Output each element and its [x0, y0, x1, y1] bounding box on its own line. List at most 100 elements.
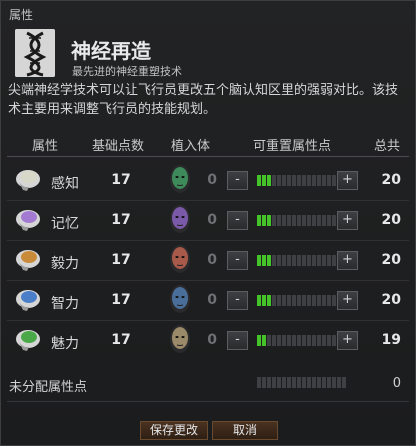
bar-segment-filled [262, 295, 266, 306]
bar-segment-empty [317, 377, 321, 388]
bar-segment-empty [332, 255, 336, 266]
attribute-row: 记忆 17 0 - + 20 [7, 201, 409, 241]
bar-segment-empty [307, 175, 311, 186]
unallocated-bar [257, 377, 346, 388]
bar-segment-filled [262, 215, 266, 226]
bar-segment-empty [292, 377, 296, 388]
bar-segment-empty [287, 335, 291, 346]
bar-segment-empty [272, 175, 276, 186]
decrease-button[interactable]: - [227, 171, 248, 190]
bar-segment-empty [307, 215, 311, 226]
total-points: 20 [381, 252, 401, 268]
bar-segment-empty [277, 295, 281, 306]
attribute-row: 魅力 17 0 - + 19 [7, 321, 409, 361]
cancel-button[interactable]: 取消 [212, 421, 278, 440]
save-changes-button[interactable]: 保存更改 [140, 421, 208, 440]
bar-segment-empty [312, 295, 316, 306]
attribute-name: 智力 [51, 296, 79, 312]
remap-points-bar [257, 215, 346, 226]
column-header-attribute: 属性 [32, 139, 59, 154]
bar-segment-empty [297, 255, 301, 266]
implant-head-icon [167, 243, 193, 277]
bar-segment-empty [332, 175, 336, 186]
unallocated-value: 0 [392, 376, 401, 391]
bar-segment-empty [342, 377, 346, 388]
increase-button[interactable]: + [337, 291, 358, 310]
bar-segment-empty [262, 377, 266, 388]
bar-segment-empty [327, 255, 331, 266]
bar-segment-empty [302, 175, 306, 186]
column-header-total: 总共 [374, 139, 401, 154]
bar-segment-empty [297, 377, 301, 388]
column-header-remappable: 可重置属性点 [253, 139, 332, 154]
bar-segment-filled [267, 295, 271, 306]
base-points: 17 [111, 292, 131, 308]
page-subtitle: 最先进的神经重塑技术 [72, 65, 182, 78]
bar-segment-empty [302, 377, 306, 388]
brain-charisma-icon [13, 328, 41, 352]
implant-head-icon [167, 323, 193, 357]
bar-segment-empty [282, 215, 286, 226]
remap-points-bar [257, 295, 346, 306]
bar-segment-empty [277, 335, 281, 346]
bar-segment-empty [297, 295, 301, 306]
increase-button[interactable]: + [337, 171, 358, 190]
decrease-button[interactable]: - [227, 331, 248, 350]
bar-segment-empty [277, 215, 281, 226]
bar-segment-empty [322, 215, 326, 226]
header-divider [7, 156, 409, 157]
bar-segment-empty [267, 377, 271, 388]
footer-divider [7, 401, 409, 402]
total-points: 20 [381, 172, 401, 188]
base-points: 17 [111, 252, 131, 268]
attribute-name: 记忆 [51, 216, 79, 232]
decrease-button[interactable]: - [227, 251, 248, 270]
implant-points: 0 [207, 212, 217, 228]
bar-segment-empty [332, 295, 336, 306]
bar-segment-empty [282, 335, 286, 346]
bar-segment-empty [322, 335, 326, 346]
bar-segment-empty [292, 295, 296, 306]
bar-segment-empty [277, 255, 281, 266]
implant-points: 0 [207, 292, 217, 308]
bar-segment-empty [327, 215, 331, 226]
increase-button[interactable]: + [337, 331, 358, 350]
bar-segment-empty [297, 335, 301, 346]
bar-segment-empty [317, 295, 321, 306]
unallocated-label: 未分配属性点 [9, 380, 88, 395]
neural-remap-window: 属性 神经再造 最先进的神经重塑技术 尖端神经学技术可以让飞行员更改五个脑认知区… [0, 0, 416, 446]
page-title: 神经再造 [71, 39, 151, 63]
bar-segment-empty [272, 215, 276, 226]
bar-segment-empty [287, 377, 291, 388]
implant-points: 0 [207, 252, 217, 268]
bar-segment-empty [317, 335, 321, 346]
base-points: 17 [111, 212, 131, 228]
bar-segment-empty [327, 377, 331, 388]
bar-segment-filled [262, 335, 266, 346]
bar-segment-empty [302, 215, 306, 226]
decrease-button[interactable]: - [227, 291, 248, 310]
bar-segment-empty [337, 377, 341, 388]
bar-segment-empty [307, 255, 311, 266]
remap-points-bar [257, 255, 346, 266]
implant-head-icon [167, 283, 193, 317]
bar-segment-empty [302, 255, 306, 266]
increase-button[interactable]: + [337, 251, 358, 270]
bar-segment-empty [272, 335, 276, 346]
increase-button[interactable]: + [337, 211, 358, 230]
bar-segment-empty [282, 295, 286, 306]
attribute-name: 感知 [51, 176, 79, 192]
implant-head-icon [167, 203, 193, 237]
decrease-button[interactable]: - [227, 211, 248, 230]
bar-segment-empty [287, 215, 291, 226]
bar-segment-empty [272, 295, 276, 306]
column-header-implant: 植入体 [171, 139, 211, 154]
bar-segment-empty [307, 335, 311, 346]
bar-segment-empty [317, 215, 321, 226]
bar-segment-empty [327, 335, 331, 346]
bar-segment-filled [257, 335, 261, 346]
bar-segment-filled [262, 255, 266, 266]
bar-segment-filled [257, 175, 261, 186]
bar-segment-empty [297, 215, 301, 226]
bar-segment-empty [312, 215, 316, 226]
